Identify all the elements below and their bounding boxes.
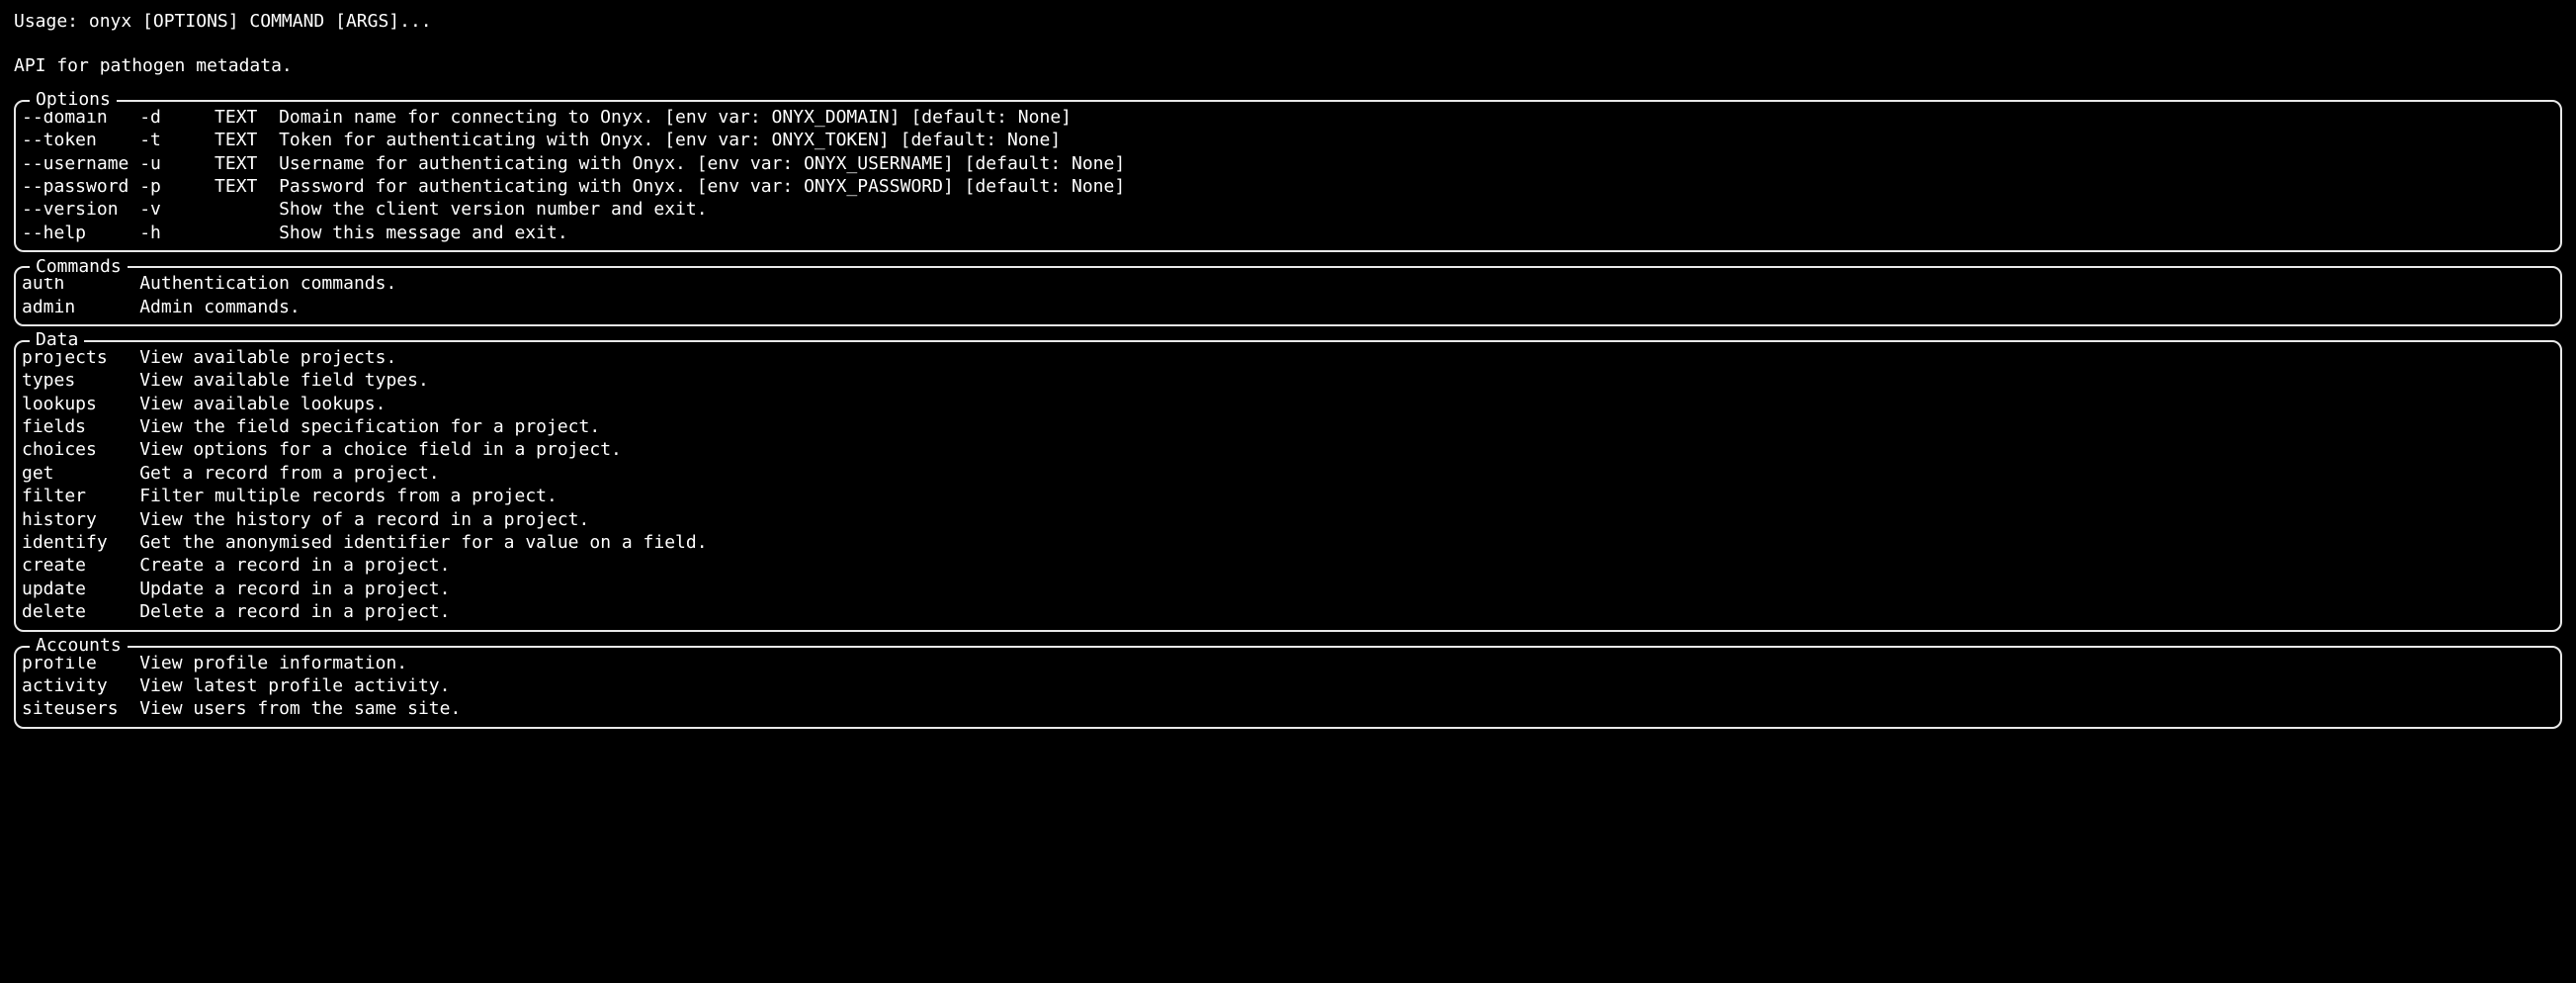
option-row: --version-v Show the client version numbe… [22,198,2554,221]
option-type: TEXT [215,152,279,175]
option-long-flag: --username [22,152,139,175]
command-description: View available lookups. [139,394,386,414]
command-description: View available field types. [139,370,429,391]
command-description: Get the anonymised identifier for a valu… [139,532,707,553]
command-name: lookups [22,393,139,415]
options-panel: Options --domain-dTEXTDomain name for co… [14,100,2562,252]
command-description: Delete a record in a project. [139,601,450,622]
command-name: siteusers [22,697,139,720]
option-row: --username-uTEXTUsername for authenticat… [22,152,2554,175]
option-short-flag: -t [139,129,215,151]
command-row: siteusersView users from the same site. [22,697,2554,720]
command-name: update [22,578,139,600]
accounts-panel: Accounts profileView profile information… [14,646,2562,729]
commands-panel-title: Commands [30,255,128,278]
command-row: createCreate a record in a project. [22,554,2554,577]
option-type: TEXT [215,106,279,129]
commands-panel: Commands authAuthentication commands.adm… [14,266,2562,326]
option-description: Password for authenticating with Onyx. [… [279,176,1125,197]
option-long-flag: --password [22,175,139,198]
command-description: View available projects. [139,347,396,368]
command-name: choices [22,438,139,461]
option-short-flag: -d [139,106,215,129]
command-row: filterFilter multiple records from a pro… [22,485,2554,507]
option-row: --token-tTEXTToken for authenticating wi… [22,129,2554,151]
option-row: --help-h Show this message and exit. [22,222,2554,244]
command-description: Get a record from a project. [139,463,439,484]
command-name: get [22,462,139,485]
option-short-flag: -h [139,222,215,244]
option-description: Show this message and exit. [279,223,568,243]
option-type: TEXT [215,175,279,198]
option-row: --password-pTEXTPassword for authenticat… [22,175,2554,198]
option-short-flag: -u [139,152,215,175]
command-row: fieldsView the field specification for a… [22,415,2554,438]
option-description: Token for authenticating with Onyx. [env… [279,130,1061,150]
option-long-flag: --help [22,222,139,244]
command-description: View the field specification for a proje… [139,416,600,437]
command-description: Update a record in a project. [139,579,450,599]
command-row: lookupsView available lookups. [22,393,2554,415]
command-description: View the history of a record in a projec… [139,509,589,530]
option-short-flag: -p [139,175,215,198]
command-description: View profile information. [139,653,407,673]
command-row: getGet a record from a project. [22,462,2554,485]
command-row: projectsView available projects. [22,346,2554,369]
option-long-flag: --version [22,198,139,221]
command-row: profileView profile information. [22,652,2554,674]
command-row: historyView the history of a record in a… [22,508,2554,531]
command-row: activityView latest profile activity. [22,674,2554,697]
option-type: TEXT [215,129,279,151]
command-description: View latest profile activity. [139,675,450,696]
command-name: delete [22,600,139,623]
command-description: Admin commands. [139,297,301,317]
command-description: View options for a choice field in a pro… [139,439,622,460]
command-description: Filter multiple records from a project. [139,486,558,506]
command-row: typesView available field types. [22,369,2554,392]
command-name: filter [22,485,139,507]
description-line: API for pathogen metadata. [14,54,2562,77]
options-panel-title: Options [30,88,117,111]
command-row: choicesView options for a choice field i… [22,438,2554,461]
command-row: updateUpdate a record in a project. [22,578,2554,600]
command-description: View users from the same site. [139,698,461,719]
option-description: Show the client version number and exit. [279,199,707,220]
command-name: admin [22,296,139,318]
command-row: authAuthentication commands. [22,272,2554,295]
option-short-flag: -v [139,198,215,221]
command-name: activity [22,674,139,697]
data-panel-title: Data [30,328,84,351]
command-row: identifyGet the anonymised identifier fo… [22,531,2554,554]
command-name: history [22,508,139,531]
data-panel: Data projectsView available projects.typ… [14,340,2562,632]
command-row: deleteDelete a record in a project. [22,600,2554,623]
option-description: Domain name for connecting to Onyx. [env… [279,107,1072,128]
command-name: fields [22,415,139,438]
option-description: Username for authenticating with Onyx. [… [279,153,1125,174]
command-description: Create a record in a project. [139,555,450,576]
accounts-panel-title: Accounts [30,634,128,657]
command-row: adminAdmin commands. [22,296,2554,318]
command-description: Authentication commands. [139,273,396,294]
usage-line: Usage: onyx [OPTIONS] COMMAND [ARGS]... [14,10,2562,33]
command-name: identify [22,531,139,554]
command-name: create [22,554,139,577]
option-row: --domain-dTEXTDomain name for connecting… [22,106,2554,129]
option-long-flag: --token [22,129,139,151]
command-name: types [22,369,139,392]
